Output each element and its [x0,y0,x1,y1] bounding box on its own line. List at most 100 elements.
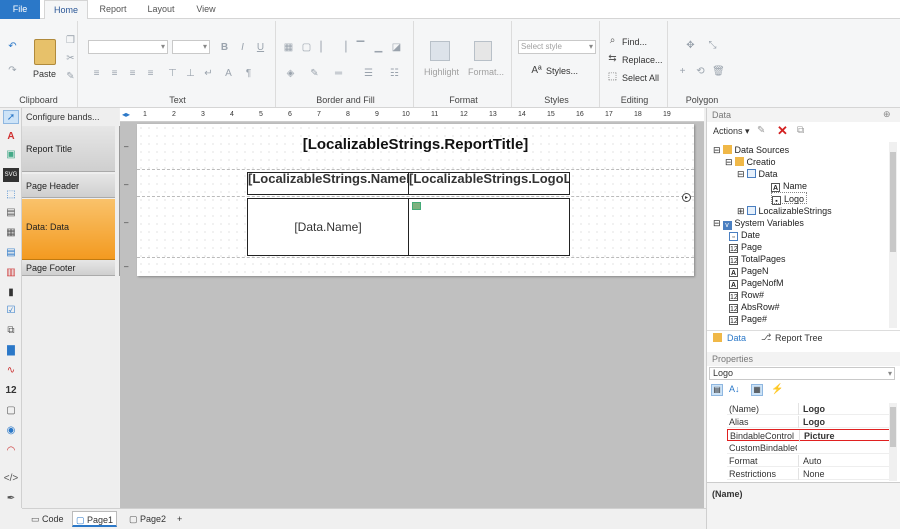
replace-button[interactable]: Replace... [622,55,663,65]
tab-home[interactable]: Home [44,0,88,20]
property-row[interactable]: Format Auto [727,455,891,467]
header-name-label[interactable]: [LocalizableStrings.NameLabel] [247,172,409,195]
property-row[interactable]: (Name) Logo [727,403,891,415]
border-bottom-icon[interactable]: ▁ [372,42,385,53]
configure-bands-button[interactable]: Configure bands... [22,110,115,124]
data-name-field[interactable]: [Data.Name] [247,198,409,256]
tree-item[interactable]: ⊟ Creatio [725,156,776,168]
delete-icon[interactable]: ✕ [777,123,788,139]
container-tool-icon[interactable]: ▤ [3,206,19,220]
border-style-icon[interactable]: ═ [332,68,345,79]
redo-icon[interactable]: ↷ [6,65,19,76]
add-page-button[interactable]: + [174,511,185,527]
barcode-tool-icon[interactable]: ▮ [3,286,19,300]
highlight-button[interactable]: Highlight [424,67,459,77]
tree-item[interactable]: ⊞ LocalizableStrings [737,205,832,217]
tree-item[interactable]: 12 Row# [729,289,764,301]
data-logo-picture[interactable] [408,198,570,256]
italic-icon[interactable]: I [236,42,249,53]
svg-tool-icon[interactable]: SVG [3,168,19,182]
styles-button[interactable]: Styles... [546,66,578,76]
copy-icon[interactable]: ❐ [64,35,77,46]
tab-view[interactable]: View [188,0,224,19]
globe-tool-icon[interactable]: ◉ [3,424,19,438]
border-dash-icon[interactable]: ☷ [388,68,401,79]
tree-item[interactable]: 12 AbsRow# [729,301,780,313]
band-data[interactable]: Data: Data [22,199,115,260]
rich-text-tool-icon[interactable]: ▥ [3,266,19,280]
chart-tool-icon[interactable]: ▤ [3,246,19,260]
format-icon[interactable] [474,41,492,61]
move-points-icon[interactable]: ✥ [684,40,697,51]
pen-tool-icon[interactable]: ✒ [3,492,19,506]
bold-icon[interactable]: B [218,42,231,53]
underline-icon[interactable]: U [254,42,267,53]
font-name-combo[interactable] [88,40,168,54]
copy-data-icon[interactable]: ⧉ [797,125,804,136]
report-page[interactable]: [LocalizableStrings.ReportTitle] [Locali… [137,124,694,276]
select-style-combo[interactable]: Select style [518,40,596,54]
shape-tool-icon[interactable]: ⧉ [3,324,19,338]
select-all-button[interactable]: Select All [622,73,659,83]
header-logo-label[interactable]: [LocalizableStrings.LogoLabel] [408,172,570,195]
ruler-toggle-icon[interactable]: ◂▸ [122,110,130,119]
find-icon[interactable]: ⌕ [606,35,619,46]
cut-icon[interactable]: ✂ [64,53,77,64]
tab-data[interactable]: Data [727,333,746,343]
bar-chart-tool-icon[interactable]: ▇ [3,344,19,358]
pin-icon[interactable]: ⊕ [883,109,891,120]
text-format-icon[interactable]: ¶ [242,68,255,79]
sparkline-tool-icon[interactable]: ∿ [3,364,19,378]
scrollbar-thumb[interactable] [890,407,896,447]
code-tab[interactable]: ▭ Code [28,511,67,527]
band-report-title[interactable]: Report Title [22,126,115,172]
align-center-icon[interactable]: ≡ [108,68,121,79]
paste-button[interactable]: Paste [33,69,56,79]
undo-icon[interactable]: ↶ [6,41,19,52]
events-icon[interactable]: ⚡ [771,384,783,395]
edit-icon[interactable]: ✎ [757,125,765,136]
scrollbar-thumb[interactable] [890,152,896,252]
tree-item[interactable]: 12 Page [729,241,762,253]
tree-item[interactable]: A PageN [729,265,769,277]
tab-report-tree[interactable]: Report Tree [775,333,823,343]
font-color-icon[interactable]: A [222,68,235,79]
number-tool-icon[interactable]: 12 [3,384,19,398]
delete-point-icon[interactable]: 🗑 [712,66,725,77]
border-color-icon[interactable]: ✎ [308,68,321,79]
border-size-icon[interactable]: ☰ [362,68,375,79]
tree-item[interactable]: ▫ Date [729,229,760,241]
page2-tab[interactable]: ▢ Page2 [126,511,169,527]
tree-item[interactable]: 12 Page# [729,313,767,325]
report-title-text[interactable]: [LocalizableStrings.ReportTitle] [137,136,694,153]
tree-item[interactable]: ⊟ v System Variables [713,217,804,230]
table-tool-icon[interactable]: ▦ [3,226,19,240]
format-painter-icon[interactable]: ✎ [64,71,77,82]
border-right-icon[interactable]: ▕ [336,42,349,53]
tree-item[interactable]: A PageNofM [729,277,784,289]
gauge-tool-icon[interactable]: ◠ [3,444,19,458]
property-row[interactable]: Restrictions None [727,468,891,480]
code-tool-icon[interactable]: </> [3,472,19,486]
find-button[interactable]: Find... [622,37,647,47]
property-row[interactable]: CustomBindableCo [727,442,891,454]
tree-item[interactable]: ⊟ Data [737,168,778,180]
styles-icon[interactable]: Aª [530,65,543,76]
border-top-icon[interactable]: ▔ [354,42,367,53]
expand-arrow-icon[interactable]: ▸ [682,193,691,202]
properties-scrollbar[interactable] [889,403,897,481]
border-all-icon[interactable]: ▦ [282,42,295,53]
rotate-points-icon[interactable]: ⟲ [694,66,707,77]
categorized-icon[interactable]: ▤ [711,384,723,396]
replace-icon[interactable]: ⇆ [606,53,619,64]
properties-view-icon[interactable]: ▦ [751,384,763,396]
shadow-icon[interactable]: ◪ [390,42,403,53]
add-point-icon[interactable]: + [676,66,689,77]
justify-icon[interactable]: ≡ [144,68,157,79]
panel-tool-icon[interactable]: ⬚ [3,188,19,202]
align-right-icon[interactable]: ≡ [126,68,139,79]
tab-file[interactable]: File [0,0,40,19]
band-page-header[interactable]: Page Header [22,174,115,198]
word-wrap-icon[interactable]: ↵ [202,68,215,79]
tab-report[interactable]: Report [92,0,134,19]
